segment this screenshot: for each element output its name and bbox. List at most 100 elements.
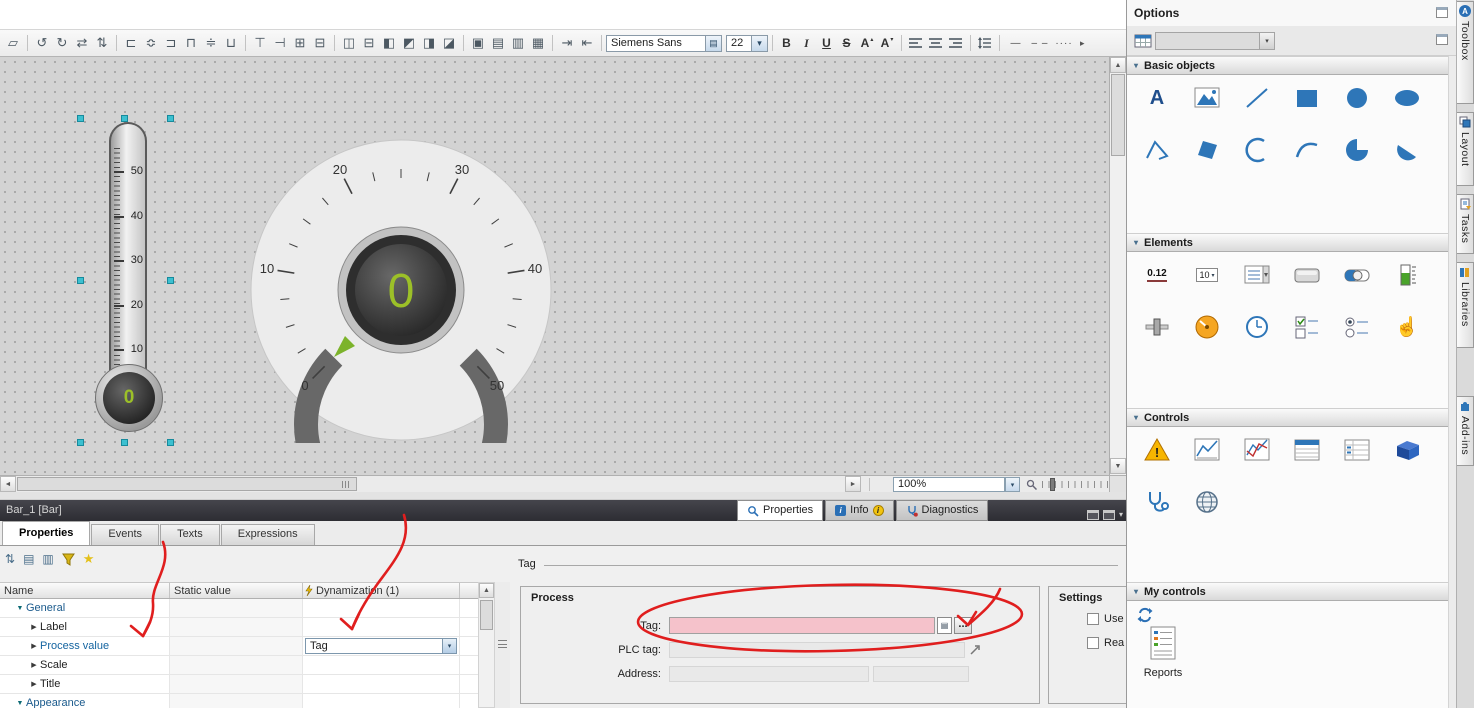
address-input[interactable]: [669, 666, 869, 682]
center-vertically-icon[interactable]: ◩: [399, 34, 419, 52]
flip-horizontal-icon[interactable]: ⇄: [72, 34, 92, 52]
property-row-general[interactable]: ▼General: [0, 599, 478, 618]
address-type-input[interactable]: [873, 666, 969, 682]
options-scrollbar[interactable]: [1448, 56, 1456, 708]
vertical-scroll-thumb[interactable]: [1111, 74, 1125, 156]
rotate-right-icon[interactable]: ↻: [52, 34, 72, 52]
browser-tool[interactable]: [1392, 435, 1422, 465]
alarm-view-tool[interactable]: !: [1142, 435, 1172, 465]
distribute-horizontal-icon[interactable]: ◫: [339, 34, 359, 52]
distribute-vertical-icon[interactable]: ⊟: [359, 34, 379, 52]
align-bottom-icon[interactable]: ⊔: [221, 34, 241, 52]
rotate-left-icon[interactable]: ↺: [32, 34, 52, 52]
increase-font-button[interactable]: A▴: [857, 34, 877, 52]
dynamization-combobox[interactable]: Tag ▾: [305, 638, 457, 654]
segment-tool[interactable]: [1392, 135, 1422, 165]
same-width-icon[interactable]: ⊤: [250, 34, 270, 52]
reports-control[interactable]: Reports: [1135, 625, 1191, 679]
tab-diagnostics[interactable]: Diagnostics: [896, 500, 989, 521]
font-size-combobox[interactable]: 22: [726, 35, 752, 52]
symbolic-io-field-tool[interactable]: [1242, 260, 1272, 290]
tab-sequence-icon[interactable]: ⇥: [557, 34, 577, 52]
io-field-tool[interactable]: 0.12: [1142, 260, 1172, 290]
expander-icon[interactable]: ▶: [28, 680, 40, 688]
side-tab-layout[interactable]: Layout: [1457, 112, 1474, 186]
same-size-icon[interactable]: ⊞: [290, 34, 310, 52]
list-view-icon[interactable]: ▥: [42, 552, 53, 566]
scroll-up-icon[interactable]: ▲: [1110, 57, 1126, 73]
property-row-process-value[interactable]: ▶Process value Tag ▾: [0, 637, 478, 656]
expander-icon[interactable]: ▶: [28, 623, 40, 631]
paragraph-align-left-icon[interactable]: [906, 34, 926, 52]
check-box-tool[interactable]: [1292, 312, 1322, 342]
float-panel-icon[interactable]: [1436, 7, 1448, 18]
slider-tool[interactable]: [1142, 312, 1172, 342]
send-to-back-icon[interactable]: ▤: [488, 34, 508, 52]
selection-handle[interactable]: [121, 115, 128, 122]
select-tool-icon[interactable]: ▱: [3, 34, 23, 52]
align-middle-icon[interactable]: ≑: [201, 34, 221, 52]
scroll-thumb-grip[interactable]: [342, 481, 351, 488]
bold-button[interactable]: B: [777, 34, 797, 52]
align-right-icon[interactable]: ⊐: [161, 34, 181, 52]
property-row-appearance[interactable]: ▼Appearance: [0, 694, 478, 708]
tab-texts[interactable]: Texts: [160, 524, 220, 545]
tag-input[interactable]: [669, 617, 935, 634]
plc-tag-input[interactable]: [669, 642, 965, 658]
clock-tool[interactable]: [1242, 312, 1272, 342]
expander-icon[interactable]: ▶: [28, 642, 40, 650]
ellipse-tool[interactable]: [1392, 83, 1422, 113]
line-style-button[interactable]: ····: [1052, 34, 1076, 52]
section-controls[interactable]: ▾ Controls: [1127, 408, 1456, 427]
stretch-height-icon[interactable]: ◪: [439, 34, 459, 52]
line-spacing-icon[interactable]: [975, 34, 995, 52]
scroll-down-icon[interactable]: ▼: [1110, 458, 1126, 474]
date-time-field-tool[interactable]: 10▾: [1192, 260, 1222, 290]
small-window-icon[interactable]: [1436, 34, 1448, 45]
collapse-panel-icon[interactable]: [1103, 510, 1115, 520]
gauge-tool[interactable]: [1192, 312, 1222, 342]
selection-handle[interactable]: [77, 277, 84, 284]
section-elements[interactable]: ▾ Elements: [1127, 233, 1456, 252]
graphic-view-tool[interactable]: [1192, 83, 1222, 113]
tab-info[interactable]: i Info i: [825, 500, 893, 521]
polyline-tool[interactable]: [1142, 135, 1172, 165]
circle-tool[interactable]: [1342, 83, 1372, 113]
align-top-icon[interactable]: ⊓: [181, 34, 201, 52]
expander-icon[interactable]: ▼: [14, 700, 26, 707]
favorites-icon[interactable]: ★: [83, 551, 95, 567]
side-tab-add-ins[interactable]: Add-ins: [1457, 396, 1474, 466]
underline-button[interactable]: U: [817, 34, 837, 52]
palette-combobox[interactable]: ▾: [1155, 32, 1275, 50]
tab-properties[interactable]: Properties: [737, 500, 823, 521]
side-tab-toolbox[interactable]: A Toolbox: [1457, 1, 1474, 104]
toolbar-overflow-icon[interactable]: ▸: [1080, 38, 1085, 49]
line-tool[interactable]: [1242, 83, 1272, 113]
font-family-combobox[interactable]: Siemens Sans: [606, 35, 706, 52]
bring-forward-icon[interactable]: ▥: [508, 34, 528, 52]
favorites-grid-icon[interactable]: [1134, 33, 1152, 49]
line-style-button[interactable]: —: [1004, 34, 1028, 52]
font-list-icon[interactable]: ▤: [706, 35, 722, 52]
zoom-slider-handle[interactable]: [1050, 478, 1055, 491]
bar-tool[interactable]: [1392, 260, 1422, 290]
font-size-dropdown-icon[interactable]: ▾: [752, 35, 768, 52]
line-style-button[interactable]: – –: [1028, 34, 1052, 52]
tab-order-icon[interactable]: ⇤: [577, 34, 597, 52]
canvas-vertical-scrollbar[interactable]: ▲ ▼: [1109, 57, 1126, 475]
paragraph-align-right-icon[interactable]: [946, 34, 966, 52]
zoom-fit-icon[interactable]: [1026, 479, 1037, 490]
filter-icon[interactable]: [62, 553, 75, 566]
scroll-thumb[interactable]: [480, 600, 493, 630]
alarm-table-tool[interactable]: [1292, 435, 1322, 465]
paragraph-align-center-icon[interactable]: [926, 34, 946, 52]
tab-events[interactable]: Events: [91, 524, 159, 545]
trend-view-tool[interactable]: [1192, 435, 1222, 465]
send-backward-icon[interactable]: ▦: [528, 34, 548, 52]
use-checkbox[interactable]: [1087, 613, 1099, 625]
selection-handle[interactable]: [77, 115, 84, 122]
curve-tool[interactable]: [1292, 135, 1322, 165]
text-field-tool[interactable]: A: [1142, 83, 1172, 113]
stretch-width-icon[interactable]: ◨: [419, 34, 439, 52]
section-my-controls[interactable]: ▾ My controls: [1127, 582, 1456, 601]
